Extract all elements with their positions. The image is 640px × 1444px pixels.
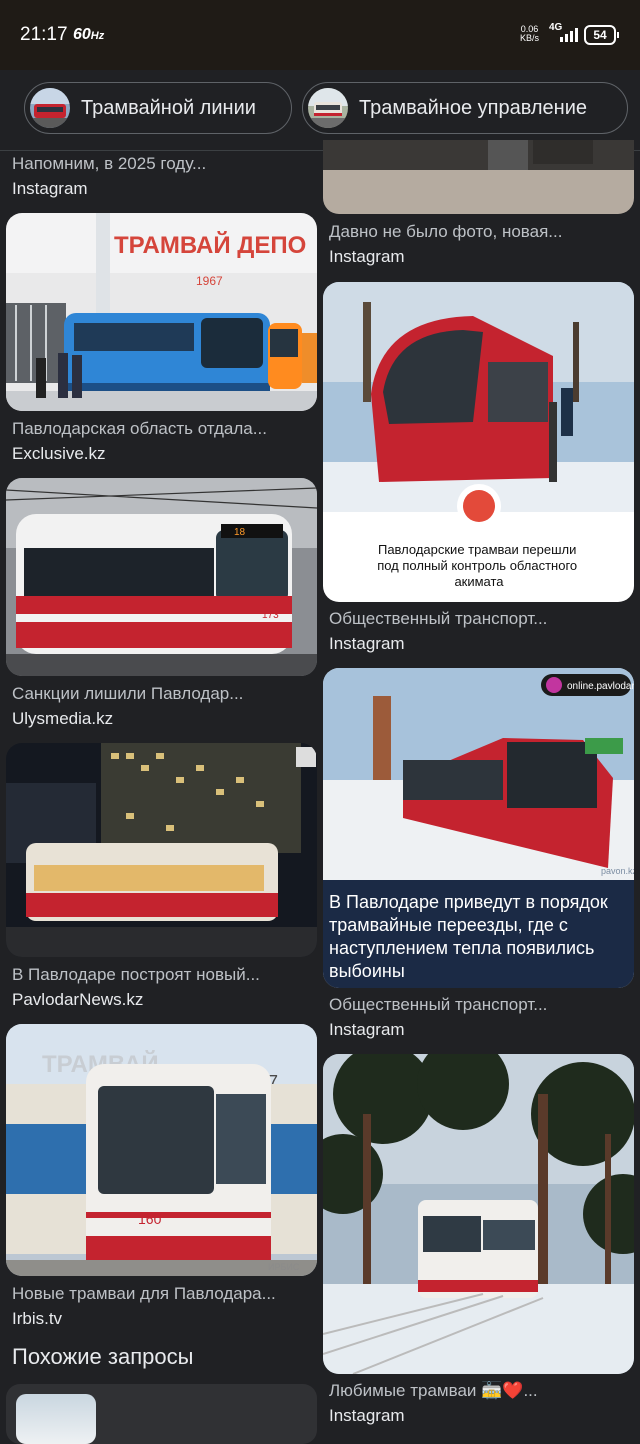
result-image-tram-night[interactable] (6, 743, 317, 957)
result-source[interactable]: Irbis.tv (12, 1309, 62, 1329)
svg-text:ТРАМВАЙ ДЕПО: ТРАМВАЙ ДЕПО (114, 231, 306, 259)
chip-tram-department[interactable]: Трамвайное управление (302, 82, 628, 134)
result-title[interactable]: Санкции лишили Павлодар... (12, 684, 312, 704)
result-source[interactable]: Instagram (329, 247, 405, 267)
result-source[interactable]: Instagram (329, 1020, 405, 1040)
svg-text:1967: 1967 (196, 274, 223, 288)
result-image-overlay-news[interactable]: online.pavlodar pavon.kz В Павлодаре при… (323, 668, 634, 988)
result-image-depot[interactable]: ТРАМВАЙ ДЕПО 1967 (6, 213, 317, 411)
result-title[interactable]: В Павлодаре построят новый... (12, 965, 312, 985)
svg-text:ИРБИС: ИРБИС (268, 1262, 300, 1272)
result-source[interactable]: PavlodarNews.kz (12, 990, 143, 1010)
tram-thumbnail-icon (308, 88, 348, 128)
svg-text:online.pavlodar: online.pavlodar (567, 681, 634, 692)
result-source[interactable]: Ulysmedia.kz (12, 709, 113, 729)
result-source[interactable]: Instagram (12, 179, 88, 199)
chip-tram-lines[interactable]: Трамвайной линии (24, 82, 292, 134)
result-title[interactable]: Новые трамваи для Павлодара... (12, 1284, 312, 1304)
battery-icon: 54 (584, 25, 619, 45)
refresh-rate: 60Hz (73, 26, 105, 43)
result-source[interactable]: Exclusive.kz (12, 444, 106, 464)
result-source[interactable]: Instagram (329, 634, 405, 654)
result-source[interactable]: Instagram (329, 1406, 405, 1426)
related-searches-heading: Похожие запросы (12, 1344, 194, 1369)
signal-icon (560, 28, 578, 42)
result-title[interactable]: Общественный транспорт... (329, 995, 629, 1015)
result-title[interactable]: Общественный транспорт... (329, 609, 629, 629)
result-image-forest-tram[interactable] (323, 1054, 634, 1374)
result-image-winter-street[interactable] (323, 140, 634, 214)
related-thumbnail (16, 1394, 96, 1444)
svg-text:18: 18 (234, 527, 246, 538)
result-title[interactable]: Любимые трамваи 🚋❤️... (329, 1381, 629, 1401)
related-search-card[interactable] (6, 1384, 317, 1444)
result-image-news-card[interactable]: Павлодарские трамваи перешли под полный … (323, 282, 634, 602)
result-title[interactable]: Давно не было фото, новая... (329, 222, 629, 242)
tram-thumbnail-icon (30, 88, 70, 128)
chip-label: Трамвайной линии (81, 97, 256, 119)
result-title[interactable]: Напомним, в 2025 году... (12, 154, 312, 174)
status-bar: 21:17 60Hz 0.06 KB/s 4G 54 (0, 0, 640, 70)
network-speed: 0.06 KB/s (520, 24, 540, 43)
result-image-tram-red[interactable]: 18 173 (6, 478, 317, 676)
result-image-tram-160[interactable]: ТРАМВАЙ 1967 160 ИРБИС (6, 1024, 317, 1276)
clock: 21:17 (20, 24, 68, 45)
chip-label: Трамвайное управление (359, 97, 588, 119)
result-title[interactable]: Павлодарская область отдала... (12, 419, 312, 439)
svg-text:pavon.kz: pavon.kz (601, 866, 634, 876)
related-chips-bar: Трамвайной линии Трамвайное управление (0, 70, 640, 151)
